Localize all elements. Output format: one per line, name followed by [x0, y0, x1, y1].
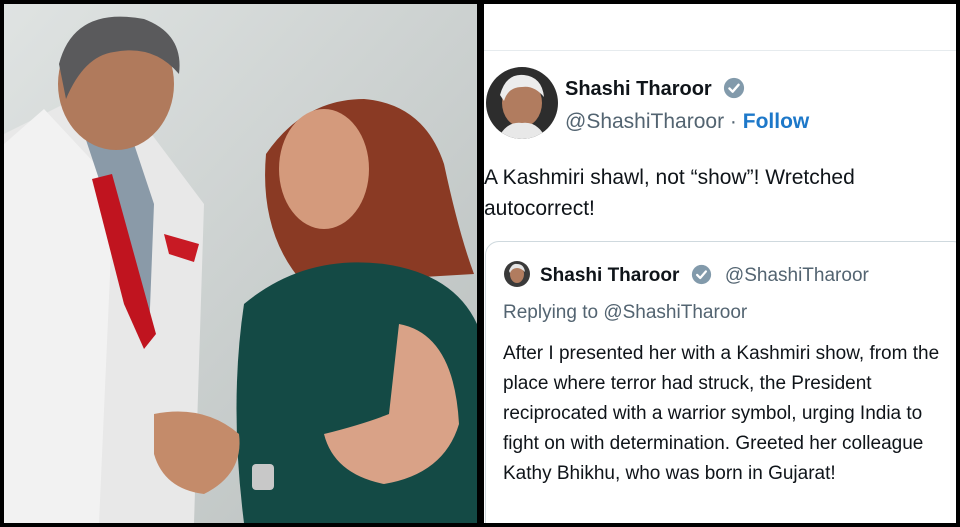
quoted-author-row: Shashi Tharoor @ShashiTharoor	[540, 264, 869, 291]
tweet-card: Shashi Tharoor @ShashiTharoor · Follow A…	[484, 4, 956, 523]
quoted-tweet-text: After I presented her with a Kashmiri sh…	[503, 343, 940, 484]
tweet-text: A Kashmiri shawl, not “show”! Wretched a…	[484, 166, 855, 220]
follow-button[interactable]: Follow	[743, 110, 810, 133]
author-handle-row: @ShashiTharoor · Follow	[565, 110, 809, 134]
author-handle[interactable]: @ShashiTharoor	[565, 110, 724, 133]
author-name[interactable]: Shashi Tharoor	[565, 78, 712, 100]
verified-badge-icon	[691, 264, 712, 291]
replying-to: Replying to @ShashiTharoor	[503, 302, 748, 323]
avatar[interactable]	[486, 67, 558, 139]
verified-badge-icon	[723, 77, 745, 105]
divider	[484, 50, 956, 51]
quoted-author-name: Shashi Tharoor	[540, 265, 680, 286]
separator-dot: ·	[729, 110, 737, 133]
news-photo	[4, 4, 477, 523]
quoted-author-handle: @ShashiTharoor	[724, 265, 869, 286]
quoted-avatar	[504, 261, 530, 287]
author-name-row: Shashi Tharoor	[565, 77, 745, 105]
